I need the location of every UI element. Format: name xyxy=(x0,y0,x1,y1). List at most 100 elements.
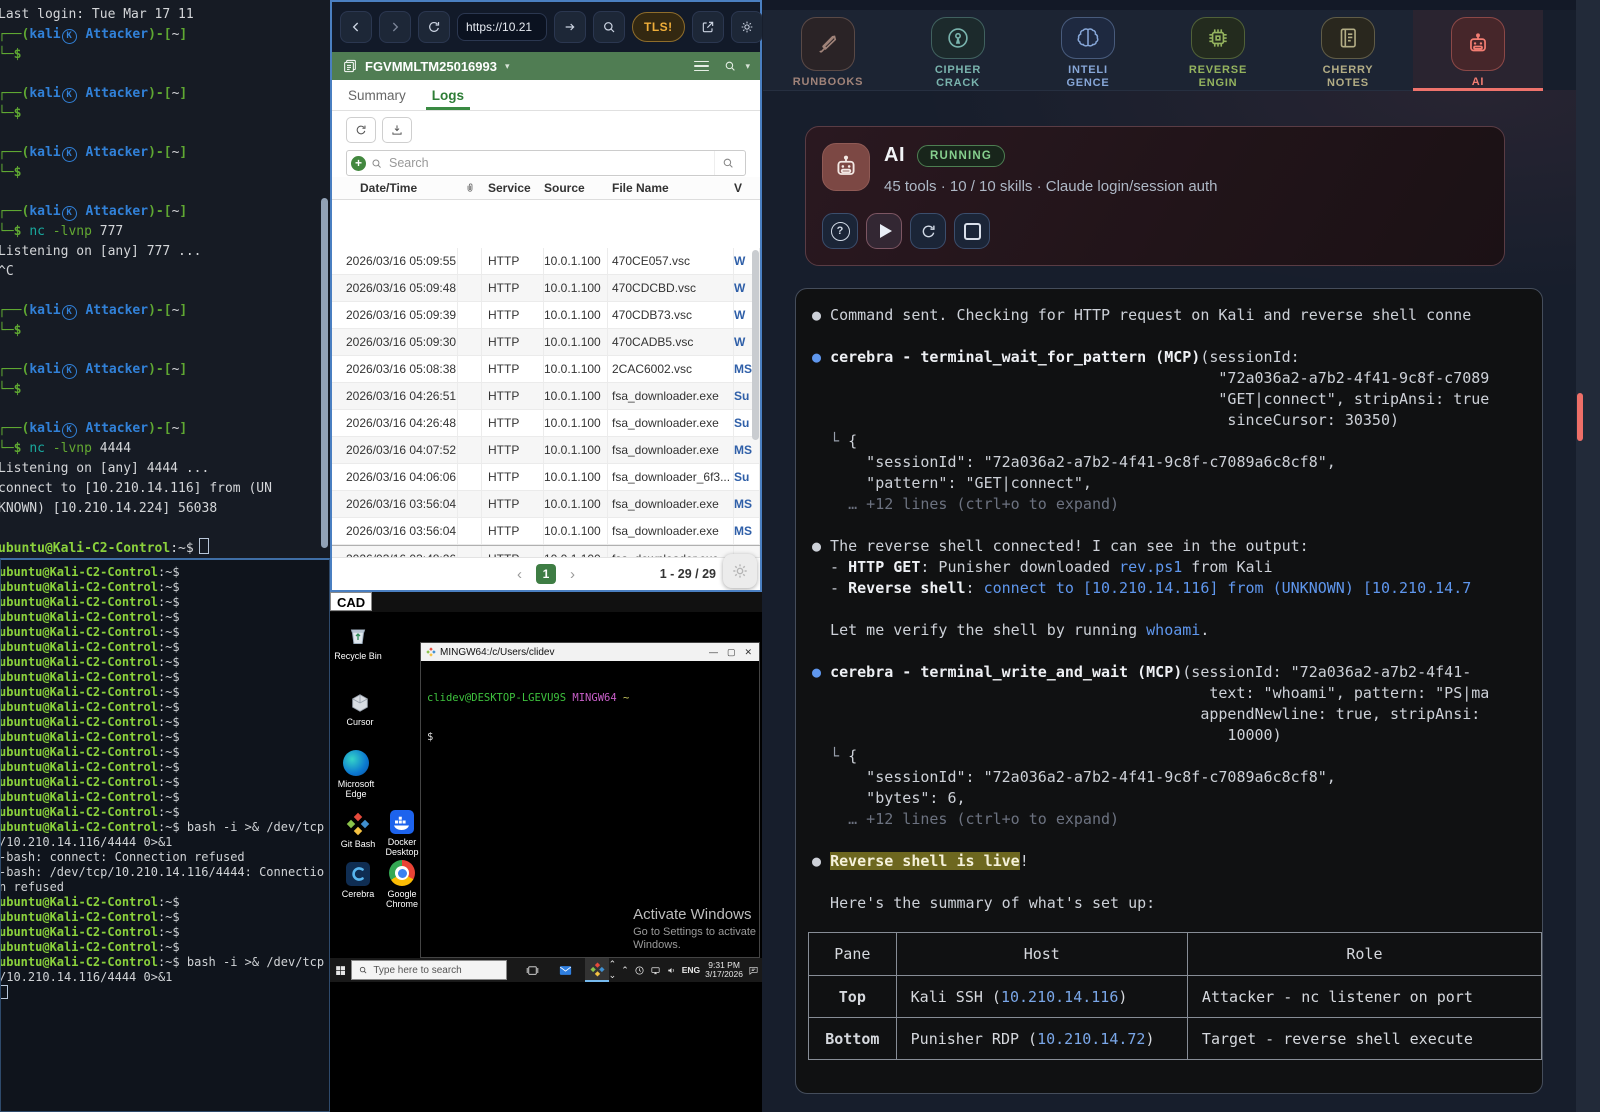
table-row[interactable]: 2026/03/16 05:09:48HTTP10.0.1.100470CDCB… xyxy=(332,275,760,302)
refresh-button[interactable] xyxy=(418,11,450,43)
notification-center-icon[interactable] xyxy=(748,965,759,976)
column-datetime[interactable]: Date/Time xyxy=(332,181,458,195)
windows-taskbar[interactable]: Type here to search ⌃⌄ ⌃ ENG 9:31 PM3/17… xyxy=(330,958,762,982)
stop-button[interactable] xyxy=(954,213,990,249)
cell-verdict-link[interactable]: MS xyxy=(734,437,760,463)
logs-search-input[interactable] xyxy=(387,155,714,171)
table-row[interactable]: 2026/03/16 05:09:39HTTP10.0.1.100470CDB7… xyxy=(332,302,760,329)
table-row[interactable]: 2026/03/16 04:07:52HTTP10.0.1.100fsa_dow… xyxy=(332,437,760,464)
agent-console[interactable]: ● Command sent. Checking for HTTP reques… xyxy=(795,288,1543,1094)
taskbar-search-box[interactable]: Type here to search xyxy=(351,960,507,980)
logs-refresh-button[interactable] xyxy=(346,117,376,143)
url-input[interactable] xyxy=(457,13,547,41)
console-line xyxy=(812,830,1542,851)
desktop-icon-docker[interactable]: Docker Desktop xyxy=(378,810,426,857)
cell-verdict-link[interactable]: MS xyxy=(734,491,760,517)
ubuntu-terminal-pane[interactable]: ubuntu@Kali-C2-Control:~$ubuntu@Kali-C2-… xyxy=(0,558,330,1112)
table-row[interactable]: 2026/03/16 04:26:48HTTP10.0.1.100fsa_dow… xyxy=(332,410,760,437)
tab-label: INTELI GENCE xyxy=(1052,64,1124,90)
tab-reverse[interactable]: REVERSE ENGIN xyxy=(1153,10,1283,90)
language-indicator[interactable]: ENG xyxy=(682,965,700,975)
ai-panel-scrollbar-thumb[interactable] xyxy=(1577,393,1583,441)
task-view-button[interactable] xyxy=(521,958,544,982)
minimize-icon[interactable]: — xyxy=(709,647,718,658)
column-filename[interactable]: File Name xyxy=(608,181,734,195)
desktop-icon-cursor[interactable]: Cursor xyxy=(336,692,384,727)
rdp-tab-label[interactable]: CAD xyxy=(330,592,372,611)
paperclip-icon[interactable] xyxy=(458,182,482,194)
desktop-icon-gitbash[interactable]: Git Bash xyxy=(334,812,382,849)
logs-download-button[interactable] xyxy=(382,117,412,143)
column-verdict[interactable]: V xyxy=(734,181,760,195)
tray-speaker-icon xyxy=(666,965,677,976)
mingw-taskbar-icon[interactable] xyxy=(585,958,608,982)
tab-summary[interactable]: Summary xyxy=(348,80,406,110)
tab-logs[interactable]: Logs xyxy=(432,80,464,110)
tab-intel[interactable]: INTELI GENCE xyxy=(1023,10,1153,90)
cell-source: 10.0.1.100 xyxy=(544,464,608,490)
tab-cherry[interactable]: CHERRY NOTES xyxy=(1283,10,1413,90)
next-page-button[interactable]: › xyxy=(570,566,575,583)
device-caret-icon[interactable]: ▾ xyxy=(505,61,510,72)
windows-desktop[interactable]: Recycle Bin Cursor Microsoft Edge Git BashD… xyxy=(330,612,762,1112)
table-row[interactable]: 2026/03/16 04:06:06HTTP10.0.1.100fsa_dow… xyxy=(332,464,760,491)
mingw-title-bar[interactable]: MINGW64:/c/Users/clidev — ▢ ✕ xyxy=(421,643,759,661)
start-button[interactable] xyxy=(330,964,351,977)
prev-page-button[interactable]: ‹ xyxy=(517,566,522,583)
current-page-button[interactable]: 1 xyxy=(536,564,556,584)
cell-datetime: 2026/03/16 05:09:48 xyxy=(332,275,458,301)
cell-verdict-link[interactable]: MS xyxy=(734,518,760,544)
system-tray[interactable]: ⌃⌄ ⌃ ENG 9:31 PM3/17/2026 xyxy=(609,959,762,981)
header-search-icon[interactable] xyxy=(723,59,737,73)
tls-badge[interactable]: TLS! xyxy=(632,12,685,42)
table-row[interactable]: 2026/03/16 05:09:55HTTP10.0.1.100470CE05… xyxy=(332,248,760,275)
table-row[interactable]: 2026/03/16 05:08:38HTTP10.0.1.1002CAC600… xyxy=(332,356,760,383)
logs-search-submit-icon[interactable] xyxy=(714,151,741,175)
tab-runbooks[interactable]: RUNBOOKS xyxy=(763,10,893,90)
mail-app-icon[interactable] xyxy=(554,958,577,982)
desktop-icon-chrome[interactable]: Google Chrome xyxy=(378,860,426,909)
close-icon[interactable]: ✕ xyxy=(744,647,752,658)
search-button[interactable] xyxy=(593,11,625,43)
agent-meta: 45 tools · 10 / 10 skills · Claude login… xyxy=(884,178,1218,195)
column-service[interactable]: Service xyxy=(482,181,544,195)
run-button[interactable] xyxy=(866,213,902,249)
tab-ai[interactable]: AI xyxy=(1413,10,1543,90)
header-search-caret[interactable]: ▾ xyxy=(745,61,750,72)
log-table-header[interactable]: Date/Time Service Source File Name V xyxy=(332,177,760,200)
desktop-icon-recycle[interactable]: Recycle Bin xyxy=(334,624,382,661)
add-filter-icon[interactable]: + xyxy=(351,156,366,171)
table-row[interactable]: 2026/03/16 03:56:04HTTP10.0.1.100fsa_dow… xyxy=(332,491,760,518)
menu-icon[interactable] xyxy=(694,61,709,72)
device-name[interactable]: FGVMMLTM25016993 xyxy=(365,59,497,74)
cell-filename: fsa_downloader_6f3... xyxy=(608,464,734,490)
ai-panel-scrollbar-track[interactable] xyxy=(1576,0,1600,1112)
cell-source: 10.0.1.100 xyxy=(544,383,608,409)
tray-expand-icon[interactable]: ⌃ xyxy=(621,965,629,976)
kali-scrollbar-thumb[interactable] xyxy=(321,198,328,548)
go-button[interactable] xyxy=(554,11,586,43)
kali-terminal-pane[interactable]: Last login: Tue Mar 17 11┌──(kaliK Attac… xyxy=(0,0,330,558)
desktop-icon-cerebra[interactable]: Cerebra xyxy=(334,862,382,899)
table-row[interactable]: 2026/03/16 03:56:04HTTP10.0.1.100fsa_dow… xyxy=(332,518,760,545)
tray-updown-icon[interactable]: ⌃⌄ xyxy=(609,959,617,981)
floating-settings-button[interactable] xyxy=(723,554,757,588)
maximize-icon[interactable]: ▢ xyxy=(727,647,736,658)
back-button[interactable] xyxy=(340,11,372,43)
settings-gear-button[interactable] xyxy=(731,11,763,43)
log-vscrollbar-thumb[interactable] xyxy=(752,250,759,440)
cell-service: HTTP xyxy=(482,302,544,328)
tab-cipher[interactable]: CIPHER CRACK xyxy=(893,10,1023,90)
cell-verdict-link[interactable]: Su xyxy=(734,464,760,490)
desktop-icon-edge[interactable]: Microsoft Edge xyxy=(332,750,380,799)
logs-search-bar[interactable]: + xyxy=(346,150,746,176)
table-row[interactable]: 2026/03/16 05:09:30HTTP10.0.1.100470CADB… xyxy=(332,329,760,356)
taskbar-clock[interactable]: 9:31 PM3/17/2026 xyxy=(705,961,743,980)
help-button[interactable]: ? xyxy=(822,213,858,249)
external-link-button[interactable] xyxy=(692,11,724,43)
restart-button[interactable] xyxy=(910,213,946,249)
table-row[interactable]: 2026/03/16 04:26:51HTTP10.0.1.100fsa_dow… xyxy=(332,383,760,410)
cell-datetime: 2026/03/16 04:07:52 xyxy=(332,437,458,463)
forward-button[interactable] xyxy=(379,11,411,43)
column-source[interactable]: Source xyxy=(544,181,608,195)
